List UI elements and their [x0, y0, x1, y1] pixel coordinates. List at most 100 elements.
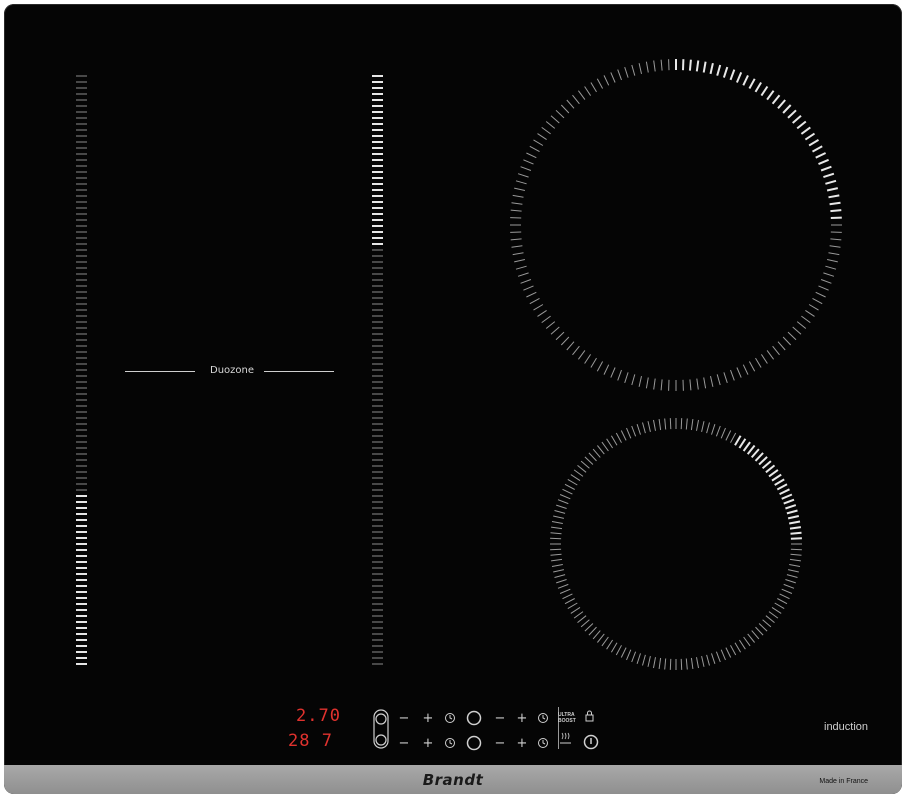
ring-tick	[826, 187, 839, 192]
ring-tick	[760, 85, 769, 97]
zone3-plus-button[interactable]: +	[516, 712, 528, 725]
ring-tick	[785, 579, 796, 584]
ring-tick	[573, 469, 584, 477]
ring-tick	[533, 139, 544, 146]
ring-tick	[782, 336, 792, 346]
ring-tick	[723, 372, 728, 384]
ring-tick	[653, 60, 656, 72]
ring-tick	[765, 464, 776, 474]
ring-tick	[777, 99, 786, 109]
ring-tick	[653, 419, 656, 431]
zone2-plus-button[interactable]: +	[422, 737, 434, 750]
ring-tick	[790, 548, 802, 551]
zone-selector-bottom-icon	[375, 734, 387, 746]
ring-tick	[789, 526, 802, 530]
ring-tick	[636, 653, 641, 664]
ring-tick	[642, 654, 646, 666]
ring-tick	[526, 291, 537, 298]
ring-tick	[783, 583, 795, 589]
ring-tick	[766, 350, 775, 360]
ring-tick	[777, 341, 786, 351]
ring-tick	[610, 642, 618, 653]
zone2-minus-button[interactable]: −	[398, 737, 410, 750]
ring-tick	[826, 259, 838, 263]
ring-tick	[758, 623, 768, 632]
zone3-timer-icon	[538, 713, 548, 723]
ring-tick	[747, 633, 755, 643]
ring-tick	[790, 553, 802, 556]
ring-tick	[792, 115, 802, 124]
ring-tick	[511, 202, 523, 205]
zone3-minus-button[interactable]: −	[494, 712, 506, 725]
ring-tick	[570, 606, 581, 614]
zone4-minus-button[interactable]: −	[494, 737, 506, 750]
ring-tick	[685, 418, 688, 430]
ring-tick	[720, 427, 726, 439]
ring-tick	[553, 515, 565, 519]
ring-tick	[830, 209, 842, 213]
ring-tick	[567, 478, 578, 486]
ring-tick	[620, 430, 627, 441]
ring-tick	[570, 474, 581, 482]
ring-tick	[734, 435, 742, 446]
ring-tick	[748, 78, 756, 89]
ring-tick	[553, 569, 565, 573]
ring-tick	[620, 647, 627, 658]
ring-tick	[533, 304, 544, 311]
ring-tick	[550, 115, 560, 124]
ring-tick	[711, 653, 716, 664]
ring-tick	[573, 611, 584, 619]
ring-tick	[653, 378, 656, 390]
ring-tick	[564, 598, 575, 605]
ring-tick	[572, 94, 580, 105]
ring-tick	[812, 145, 823, 153]
ring-tick	[669, 658, 672, 670]
duozone-label: Duozone	[210, 365, 255, 376]
ring-tick	[566, 341, 575, 351]
ring-tick	[722, 66, 729, 78]
ring-tick	[716, 374, 721, 386]
ring-tick	[812, 297, 823, 305]
ring-tick	[556, 504, 567, 509]
ring-tick	[783, 498, 795, 505]
ring-tick	[626, 427, 632, 439]
zone1-plus-button[interactable]: +	[422, 712, 434, 725]
ring-tick	[786, 509, 798, 515]
ring-tick	[557, 583, 569, 589]
ring-tick	[796, 120, 807, 130]
ring-tick	[787, 515, 800, 520]
ring-tick	[716, 64, 722, 76]
ring-tick	[592, 630, 601, 640]
ultra-boost-label-line2[interactable]: BOOST	[558, 719, 576, 724]
ring-tick	[701, 421, 705, 433]
ring-tick	[647, 655, 651, 667]
zone-display-top: 2.70	[296, 706, 341, 726]
ring-tick	[631, 425, 637, 437]
ring-tick	[818, 285, 829, 291]
ring-tick	[610, 72, 616, 83]
ring-tick	[805, 309, 815, 317]
ring-tick	[551, 526, 563, 530]
zone1-minus-button[interactable]: −	[398, 712, 410, 725]
ring-tick	[746, 444, 756, 455]
ring-tick	[555, 109, 565, 119]
brand-logo: Brandt	[422, 771, 484, 789]
ring-tick	[537, 133, 547, 141]
ring-tick	[601, 636, 609, 647]
ring-tick	[688, 59, 692, 71]
ring-tick	[562, 488, 573, 495]
ring-tick	[787, 109, 797, 119]
ring-tick	[560, 336, 570, 346]
ring-tick	[742, 364, 749, 375]
ring-tick	[580, 619, 590, 628]
ring-tick	[584, 354, 592, 364]
ring-tick	[596, 78, 604, 89]
ring-tick	[818, 158, 829, 166]
ring-tick	[804, 132, 816, 141]
ring-tick	[701, 655, 705, 667]
ring-tick	[715, 425, 721, 437]
ring-tick	[529, 145, 540, 153]
front-frame-strip: Brandt Made in France	[4, 765, 902, 794]
ring-tick	[597, 633, 605, 643]
zone4-plus-button[interactable]: +	[516, 737, 528, 750]
